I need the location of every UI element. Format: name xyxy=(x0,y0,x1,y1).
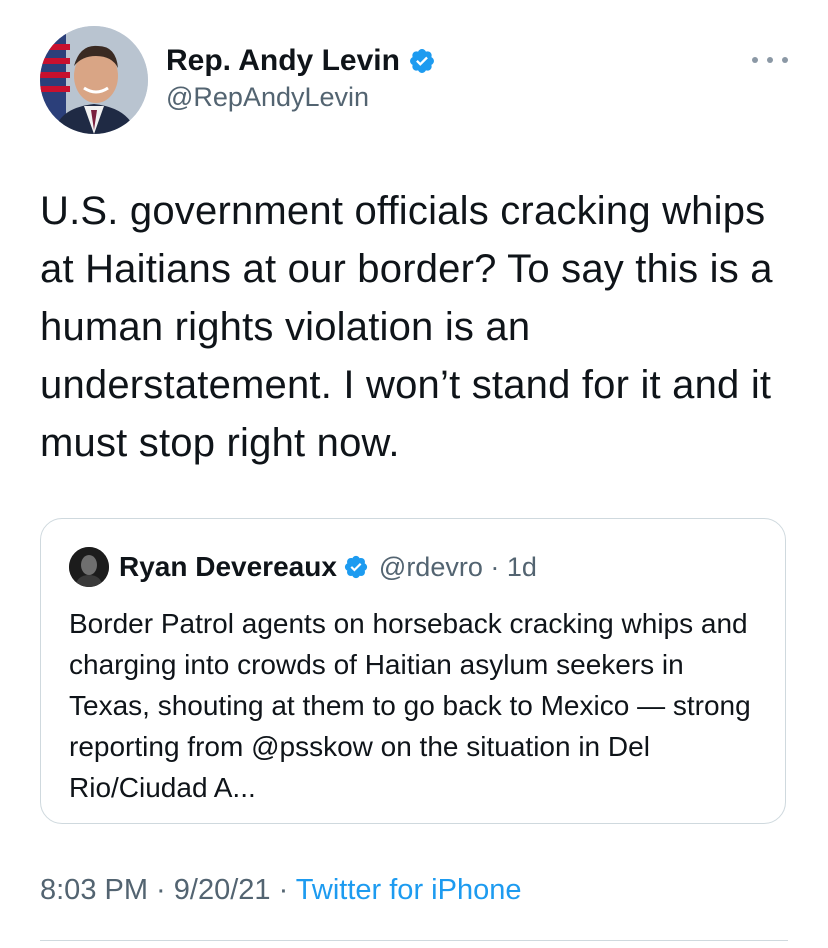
profile-photo-icon xyxy=(40,26,148,134)
verified-badge-icon xyxy=(408,47,436,75)
quoted-author-handle: @rdevro xyxy=(378,551,483,582)
author-display-name[interactable]: Rep. Andy Levin xyxy=(166,44,400,78)
footer-separator: · xyxy=(148,874,174,906)
quoted-separator: · xyxy=(482,551,507,582)
more-dot xyxy=(767,57,773,63)
author-handle[interactable]: @RepAndyLevin xyxy=(166,82,436,113)
tweet-source-link[interactable]: Twitter for iPhone xyxy=(296,874,522,906)
author-name-row: Rep. Andy Levin xyxy=(166,42,436,80)
tweet-detail: Rep. Andy Levin @RepAndyLevin U.S. gover… xyxy=(0,0,828,948)
quoted-author-avatar xyxy=(69,547,109,587)
more-options-icon[interactable] xyxy=(752,50,788,70)
quoted-profile-photo-icon xyxy=(69,547,109,587)
author-info: Rep. Andy Levin @RepAndyLevin xyxy=(166,42,436,113)
quoted-tweet-text: Border Patrol agents on horseback cracki… xyxy=(69,608,751,803)
quoted-author-name: Ryan Devereaux xyxy=(119,551,337,582)
footer-separator: · xyxy=(270,874,296,906)
quoted-tweet-age: 1d xyxy=(506,551,537,582)
more-dot xyxy=(752,57,758,63)
tweet-date[interactable]: 9/20/21 xyxy=(174,874,271,906)
quoted-tweet-card[interactable]: Ryan Devereaux @rdevro · 1d Border Patro… xyxy=(40,518,786,824)
divider xyxy=(40,940,788,941)
author-avatar[interactable] xyxy=(40,26,148,134)
tweet-footer: 8:03 PM · 9/20/21 · Twitter for iPhone xyxy=(40,874,521,907)
more-dot xyxy=(782,57,788,63)
quoted-tweet-header: Ryan Devereaux @rdevro · 1d xyxy=(69,547,537,587)
tweet-text: U.S. government officials cracking whips… xyxy=(40,189,773,465)
verified-badge-icon xyxy=(343,554,369,580)
tweet-time[interactable]: 8:03 PM xyxy=(40,874,148,906)
